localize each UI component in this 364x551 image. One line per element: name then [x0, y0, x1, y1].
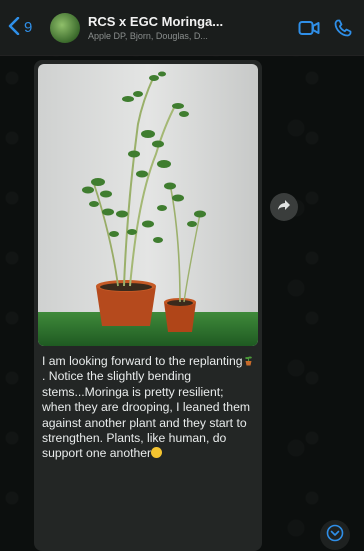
potted-plant-icon [243, 355, 254, 366]
phone-icon[interactable] [330, 15, 356, 41]
video-call-icon[interactable] [296, 15, 322, 41]
group-avatar[interactable] [50, 12, 80, 43]
smile-emoji-icon [151, 447, 163, 459]
chevron-left-icon [8, 16, 20, 39]
message-text-part1: I am looking forward to the replanting [42, 354, 243, 368]
chat-title: RCS x EGC Moringa... [88, 14, 224, 29]
message-bubble[interactable]: I am looking forward to the replanting. … [34, 60, 262, 551]
back-button[interactable]: 9 [8, 16, 50, 39]
chat-header: 9 RCS x EGC Moringa... Apple DP, Bjorn, … [0, 0, 364, 56]
forward-icon [277, 198, 291, 216]
scroll-down-button[interactable] [320, 520, 350, 550]
chat-info[interactable]: RCS x EGC Moringa... Apple DP, Bjorn, Do… [88, 14, 288, 41]
message-text: I am looking forward to the replanting. … [42, 354, 256, 462]
forward-button[interactable] [270, 193, 298, 221]
moringa-plants-photo[interactable] [38, 64, 258, 346]
message-text-part2: . Notice the slightly bending stems...Mo… [42, 369, 251, 461]
chat-participants: Apple DP, Bjorn, Douglas, D... [88, 31, 208, 41]
unread-count: 9 [24, 19, 33, 36]
scroll-down-icon [326, 524, 344, 547]
